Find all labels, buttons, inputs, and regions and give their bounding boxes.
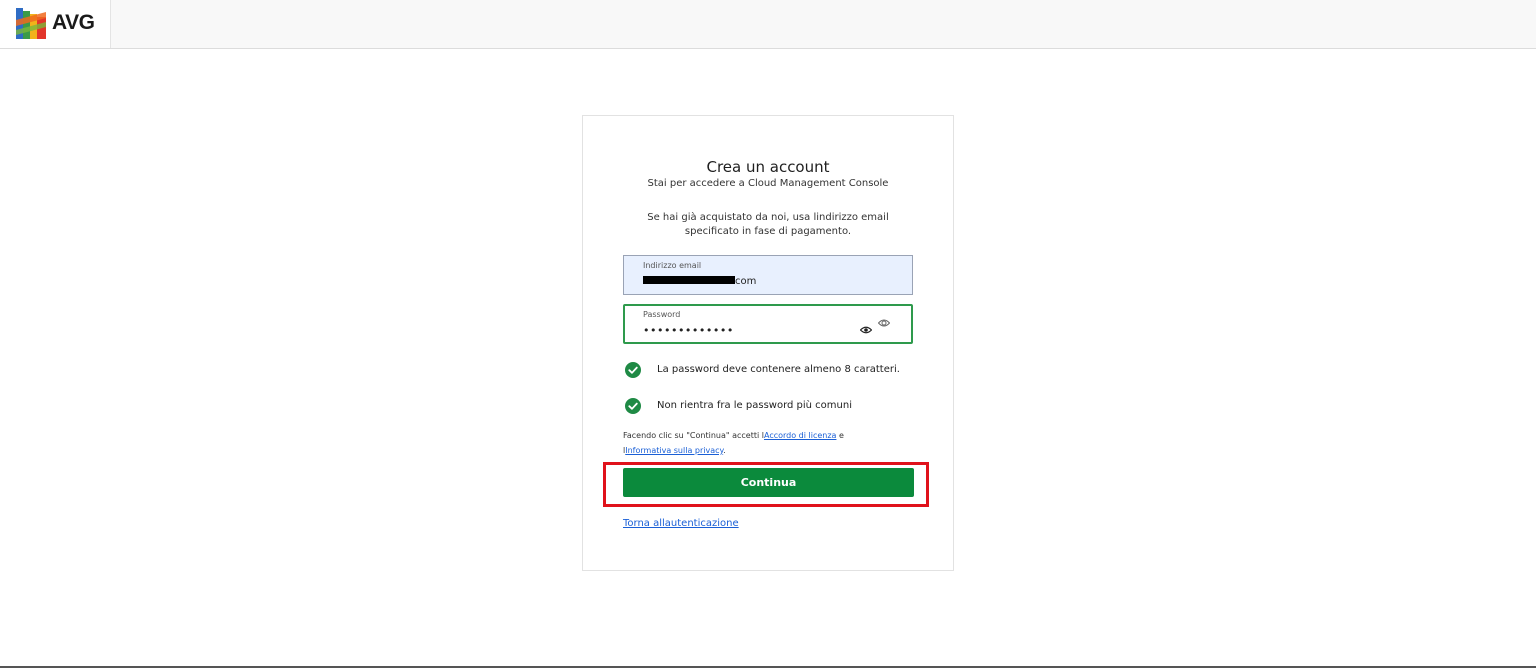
- privacy-policy-link[interactable]: Informativa sulla privacy: [625, 446, 723, 455]
- email-value-suffix: com: [735, 276, 757, 287]
- email-field[interactable]: Indirizzo email com: [623, 255, 913, 295]
- top-bar: AVG: [0, 0, 1536, 49]
- password-field[interactable]: Password •••••••••••••: [623, 304, 913, 344]
- rule-text: Non rientra fra le password più comuni: [657, 400, 852, 411]
- info-line-1: Se hai già acquistato da noi, usa lindir…: [647, 212, 889, 223]
- logo-text: AVG: [52, 11, 95, 34]
- check-circle-icon: [625, 398, 641, 414]
- password-value[interactable]: •••••••••••••: [643, 324, 734, 337]
- info-text: Se hai già acquistato da noi, usa lindir…: [623, 211, 913, 239]
- avg-logo-icon: [16, 8, 46, 39]
- password-rule-length: La password deve contenere almeno 8 cara…: [623, 361, 923, 379]
- signup-card: Crea un account Stai per accedere a Clou…: [582, 115, 954, 571]
- rule-text: La password deve contenere almeno 8 cara…: [657, 364, 900, 375]
- brand-logo[interactable]: AVG: [0, 0, 111, 48]
- page-title: Crea un account: [706, 158, 830, 176]
- page-subtitle: Stai per accedere a Cloud Management Con…: [647, 178, 889, 189]
- email-value[interactable]: com: [643, 276, 756, 287]
- terms-text: Facendo clic su "Continua" accetti lAcco…: [623, 428, 923, 458]
- show-password-icon[interactable]: [860, 326, 872, 334]
- check-circle-icon: [625, 362, 641, 378]
- eye-icon[interactable]: [878, 318, 890, 328]
- license-agreement-link[interactable]: Accordo di licenza: [764, 431, 836, 440]
- terms-middle: e: [836, 431, 844, 440]
- continue-button[interactable]: Continua: [623, 468, 914, 497]
- password-rule-common: Non rientra fra le password più comuni: [623, 397, 923, 415]
- redaction-bar: [643, 276, 735, 284]
- terms-prefix: Facendo clic su "Continua" accetti l: [623, 431, 764, 440]
- info-line-2: specificato in fase di pagamento.: [684, 226, 852, 237]
- terms-suffix: .: [723, 446, 726, 455]
- password-label: Password: [643, 310, 681, 319]
- email-label: Indirizzo email: [643, 261, 702, 270]
- back-to-login-link[interactable]: Torna allautenticazione: [623, 518, 739, 529]
